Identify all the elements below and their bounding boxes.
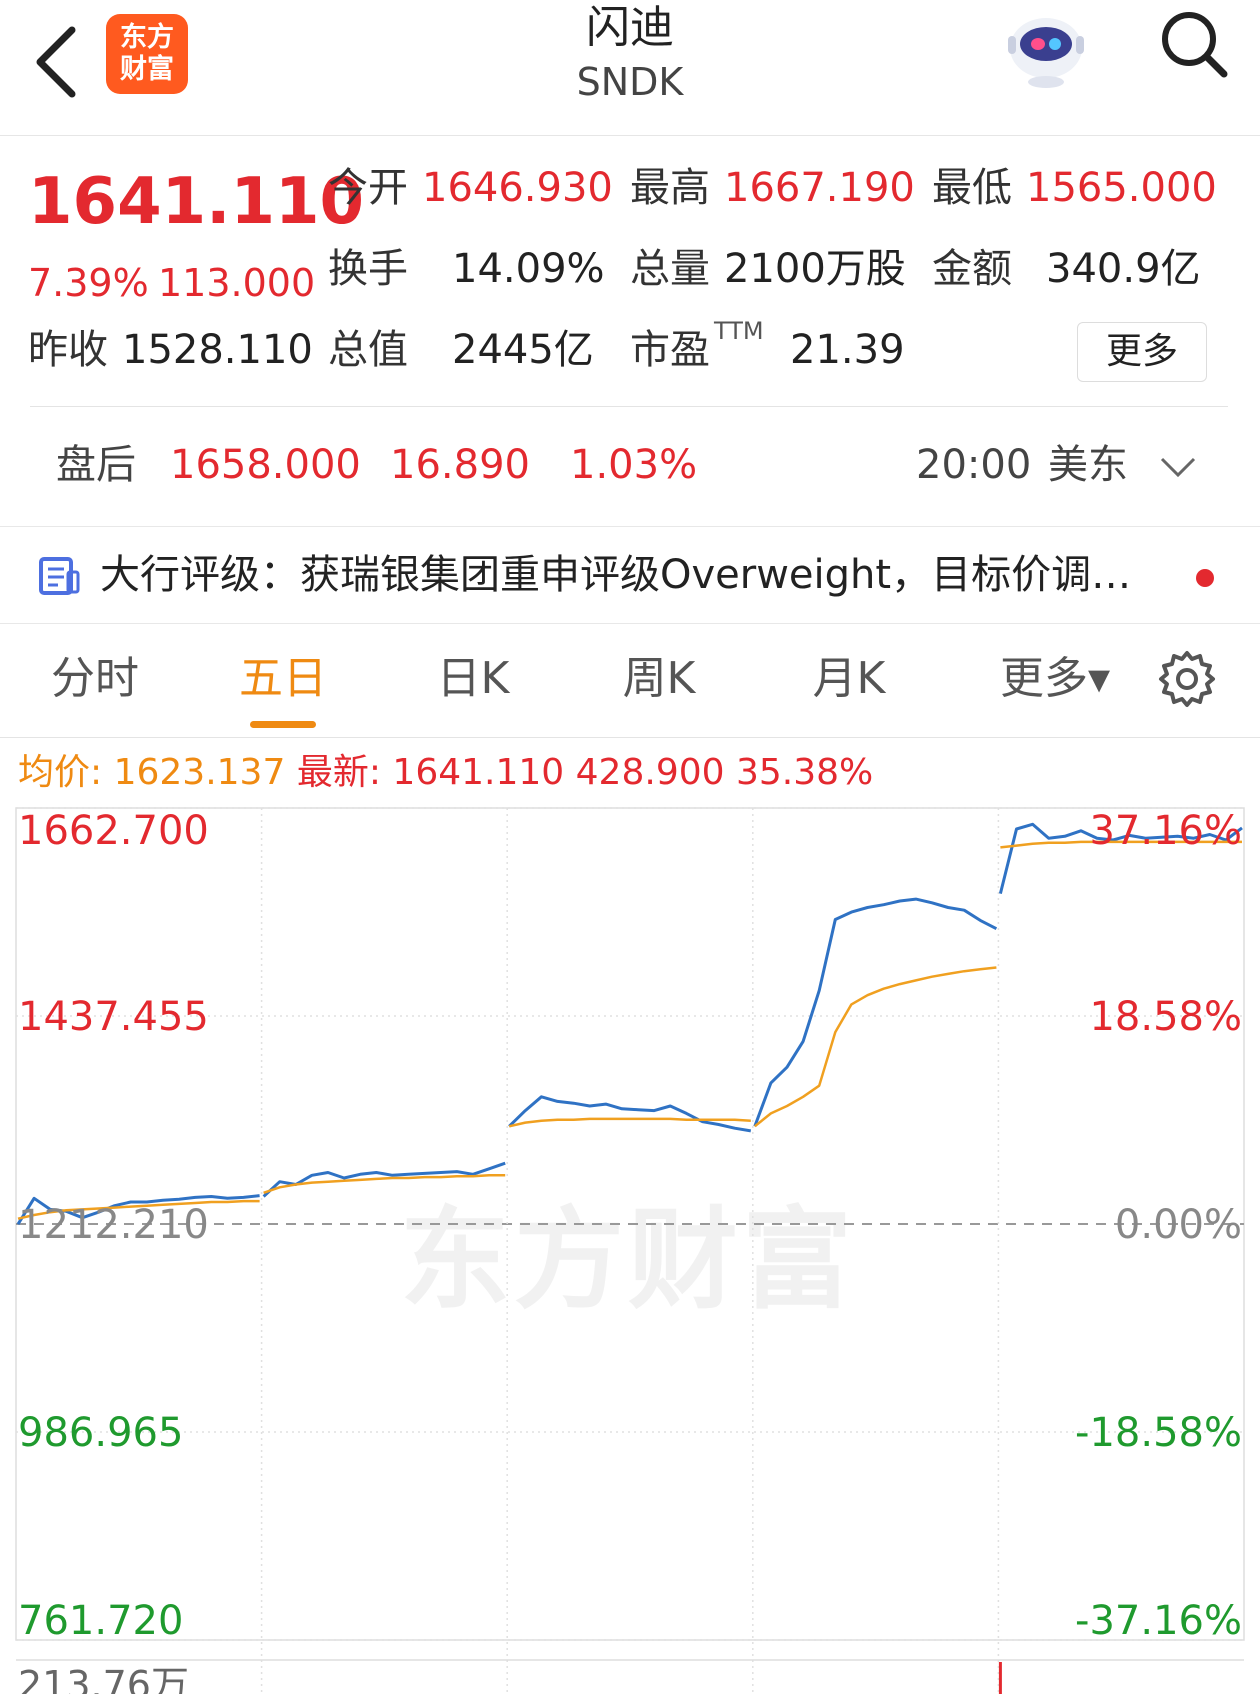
latest-percent: 35.38% (735, 752, 874, 793)
tab-weekly-k[interactable]: 周K (604, 648, 714, 710)
after-hours-zone: 美东 (1048, 442, 1128, 488)
latest-value: 1641.110 (392, 752, 565, 793)
high-label: 最高 (630, 165, 710, 211)
stock-name: 闪迪 (586, 2, 674, 53)
y-tick-left: 1212.210 (18, 1202, 209, 1248)
tab-intraday[interactable]: 分时 (40, 648, 150, 710)
logo-text-top: 东方 (120, 22, 174, 53)
y-tick-right: -18.58% (1075, 1410, 1242, 1456)
latest-label: 最新: (296, 752, 381, 793)
chevron-left-icon[interactable] (28, 22, 88, 102)
app-logo[interactable]: 东方 财富 (106, 14, 188, 94)
search-icon[interactable] (1158, 8, 1230, 80)
low-value: 1565.000 (1026, 165, 1217, 211)
pe-label: 市盈 (630, 327, 710, 373)
low-label: 最低 (932, 165, 1012, 211)
y-tick-right: 0.00% (1115, 1202, 1242, 1248)
turnover-value: 14.09% (452, 246, 605, 292)
after-hours-price: 1658.000 (170, 442, 361, 488)
five-day-chart[interactable]: 1662.700 37.16% 1437.455 18.58% 1212.210 0.00… (0, 800, 1260, 1694)
open-label: 今开 (328, 165, 408, 211)
after-hours-label: 盘后 (56, 442, 136, 488)
more-quote-button[interactable]: 更多 (1077, 322, 1207, 382)
gear-icon[interactable] (1156, 648, 1218, 710)
y-tick-left: 1662.700 (18, 808, 209, 854)
y-tick-right: 37.16% (1089, 808, 1242, 854)
rating-news-text[interactable]: 大行评级：获瑞银集团重申评级Overweight，目标价调… (100, 546, 1172, 604)
y-tick-left: 761.720 (18, 1598, 183, 1644)
market-cap-value: 2445亿 (452, 327, 594, 373)
y-tick-right: 18.58% (1089, 994, 1242, 1040)
after-hours-change: 16.890 (390, 442, 530, 488)
tab-monthly-k[interactable]: 月K (794, 648, 904, 710)
change-percent: 7.39% (28, 261, 149, 305)
price-line-day-4 (753, 897, 998, 1127)
y-tick-right: -37.16% (1075, 1598, 1242, 1644)
pe-ttm-superscript: TTM (714, 317, 764, 345)
tab-five-day[interactable]: 五日 (228, 648, 338, 710)
y-tick-left: 986.965 (18, 1410, 183, 1456)
amount-label: 金额 (932, 246, 1012, 292)
turnover-label: 换手 (328, 246, 408, 292)
tabs-divider (0, 737, 1260, 738)
after-hours-percent: 1.03% (570, 442, 698, 488)
app-header: 东方 财富 闪迪 SNDK (0, 0, 1260, 136)
quote-divider (30, 406, 1228, 407)
prev-close-label: 昨收 (28, 327, 108, 373)
price-line-day-3 (508, 1095, 752, 1133)
latest-change: 428.900 (575, 752, 725, 793)
pe-value: 21.39 (790, 327, 905, 373)
avg-line-day-4 (754, 966, 997, 1128)
after-hours-time: 20:00 (916, 442, 1032, 488)
market-cap-label: 总值 (328, 327, 408, 373)
avg-value: 1623.137 (113, 752, 286, 793)
high-value: 1667.190 (724, 165, 915, 211)
y-tick-left: 1437.455 (18, 994, 209, 1040)
tab-more[interactable]: 更多▾ (982, 648, 1128, 710)
active-tab-indicator (250, 721, 316, 728)
volume-value: 2100万股 (724, 246, 906, 292)
logo-text-bottom: 财富 (120, 54, 174, 85)
current-price: 1641.110 (28, 165, 365, 239)
volume-max-label: 213.76万 (18, 1663, 189, 1694)
robot-icon[interactable] (1000, 4, 1092, 90)
avg-line-day-2 (263, 1174, 506, 1194)
avg-label: 均价: (18, 752, 103, 793)
unread-dot (1196, 569, 1214, 587)
volume-label: 总量 (630, 246, 710, 292)
chevron-down-icon[interactable] (1158, 451, 1198, 481)
change-amount: 113.000 (158, 261, 316, 305)
amount-value: 340.9亿 (1046, 246, 1201, 292)
tab-daily-k[interactable]: 日K (418, 648, 528, 710)
chart-info-line: 均价: 1623.137 最新: 1641.110 428.900 35.38% (18, 748, 873, 798)
price-line-day-2 (262, 1161, 506, 1198)
prev-close-value: 1528.110 (122, 327, 313, 373)
stock-ticker: SNDK (576, 60, 684, 104)
document-icon (39, 557, 80, 595)
open-value: 1646.930 (422, 165, 613, 211)
